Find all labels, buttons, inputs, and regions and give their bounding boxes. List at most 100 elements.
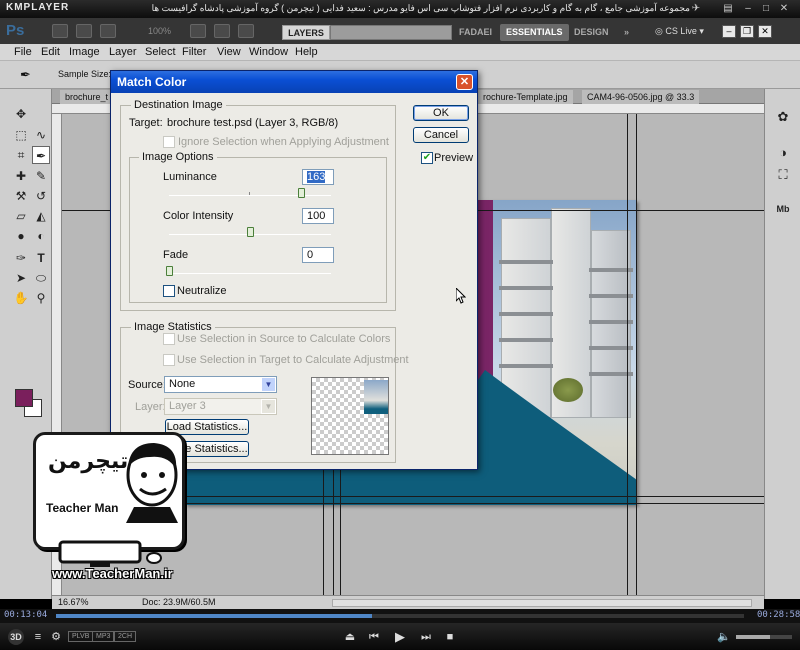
workspace-design[interactable]: DESIGN	[568, 24, 615, 41]
ps-restore-icon[interactable]: ❐	[740, 25, 754, 38]
speaker-icon[interactable]: 🔈	[716, 629, 732, 645]
menu-help[interactable]: Help	[295, 46, 318, 58]
eject-icon[interactable]: ⏏	[342, 629, 358, 645]
eyedropper-preset-icon[interactable]: ✒	[20, 67, 31, 83]
neutralize-checkbox[interactable]	[163, 285, 175, 297]
type-tool-icon[interactable]: T	[32, 249, 50, 267]
menu-filter[interactable]: Filter	[182, 46, 206, 58]
blur-tool-icon[interactable]: ●	[12, 227, 30, 245]
layers-panel-tab[interactable]: LAYERS	[282, 25, 330, 40]
layer-select[interactable]: Layer 3 ▼	[164, 398, 277, 415]
eraser-tool-icon[interactable]: ▱	[12, 207, 30, 225]
path-selection-icon[interactable]: ➤	[12, 269, 30, 287]
luminance-slider-thumb[interactable]	[298, 188, 306, 198]
menu-view[interactable]: View	[217, 46, 241, 58]
playlist-icon[interactable]: ≡	[30, 629, 46, 645]
stop-icon[interactable]: ■	[442, 629, 458, 645]
cancel-button[interactable]: Cancel	[413, 127, 469, 143]
settings-gear-icon[interactable]: ⚙	[48, 629, 64, 645]
launch-mini-bridge-icon[interactable]	[76, 24, 92, 38]
fade-slider-thumb[interactable]	[166, 266, 173, 276]
mini-bridge-panel-icon[interactable]: Mb	[773, 199, 793, 219]
paint-bucket-icon[interactable]: ◭	[32, 207, 50, 225]
play-icon[interactable]: ▶	[392, 629, 408, 645]
clone-stamp-icon[interactable]: ⚒	[12, 187, 30, 205]
ps-minimize-icon[interactable]: –	[722, 25, 736, 38]
menu-icon[interactable]: ▤	[722, 3, 734, 15]
cs-live-menu[interactable]: ◎ CS Live ▾	[655, 26, 704, 37]
healing-brush-icon[interactable]: ✚	[12, 167, 30, 185]
menu-image[interactable]: Image	[69, 46, 100, 58]
hand-tool-icon[interactable]: ✋	[12, 289, 30, 307]
zoom-level-box[interactable]: 100%	[148, 26, 171, 36]
luminance-value: 163	[307, 171, 326, 183]
fade-slider-track[interactable]	[169, 273, 331, 274]
workspace-more-icon[interactable]: »	[618, 24, 635, 41]
foreground-color-swatch[interactable]	[15, 389, 33, 407]
hand-tool-icon[interactable]	[190, 24, 206, 38]
menu-edit[interactable]: Edit	[41, 46, 60, 58]
menu-layer[interactable]: Layer	[109, 46, 137, 58]
ok-button[interactable]: OK	[413, 105, 469, 121]
previous-icon[interactable]: ⏮	[366, 629, 382, 645]
guide-line[interactable]	[627, 114, 628, 595]
workspace-fadaei[interactable]: FADAEI	[453, 24, 498, 41]
maximize-icon[interactable]: □	[760, 3, 772, 15]
source-select[interactable]: None ▼	[164, 376, 277, 393]
arrange-documents-icon[interactable]	[238, 24, 254, 38]
minimize-icon[interactable]: –	[742, 3, 754, 15]
shape-tool-icon[interactable]: ⬭	[32, 269, 50, 287]
teacherman-url[interactable]: www.TeacherMan.ir	[52, 566, 173, 581]
workspace-essentials[interactable]: ESSENTIALS	[500, 24, 569, 41]
dialog-close-icon[interactable]: ✕	[456, 74, 473, 90]
color-intensity-label: Color Intensity	[163, 210, 234, 222]
color-intensity-slider-thumb[interactable]	[247, 227, 254, 237]
adjustments-panel-icon[interactable]: ◑	[773, 143, 793, 163]
menu-select[interactable]: Select	[145, 46, 176, 58]
move-tool-icon[interactable]: ✥	[12, 105, 30, 123]
volume-slider[interactable]	[736, 635, 792, 639]
seek-bar[interactable]	[56, 614, 744, 618]
kmplayer-window-title: مجموعه آموزشی جامع ، گام به گام و کاربرد…	[151, 3, 690, 13]
luminance-input[interactable]: 163	[302, 169, 334, 185]
3d-mode-button[interactable]: 3D	[8, 629, 24, 645]
rotate-view-icon[interactable]	[214, 24, 230, 38]
zoom-tool-icon[interactable]: ⚲	[32, 289, 50, 307]
match-color-dialog: Match Color ✕ Destination Image Target: …	[110, 70, 478, 470]
use-selection-source-checkbox[interactable]	[163, 333, 175, 345]
menu-file[interactable]: File	[14, 46, 32, 58]
zoom-status[interactable]: 16.67%	[58, 597, 89, 607]
doc-tab-brochure-test[interactable]: brochure_t	[60, 90, 114, 104]
doc-tab-brochure-template[interactable]: rochure-Template.jpg	[478, 90, 573, 104]
launch-bridge-icon[interactable]	[52, 24, 68, 38]
status-bar: 16.67% Doc: 23.9M/60.5M	[52, 595, 764, 609]
fade-input[interactable]: 0	[302, 247, 334, 263]
lasso-tool-icon[interactable]: ∿	[32, 126, 50, 144]
pen-tool-icon[interactable]: ✑	[12, 249, 30, 267]
luminance-slider-track[interactable]	[169, 195, 331, 196]
doc-tab-cam4[interactable]: CAM4-96-0506.jpg @ 33.3	[582, 90, 700, 104]
ps-close-icon[interactable]: ✕	[758, 25, 772, 38]
brush-tool-icon[interactable]: ✎	[32, 167, 50, 185]
marquee-tool-icon[interactable]: ⬚	[12, 126, 30, 144]
use-selection-target-checkbox[interactable]	[163, 354, 175, 366]
menu-window[interactable]: Window	[249, 46, 288, 58]
history-brush-icon[interactable]: ↺	[32, 187, 50, 205]
masks-panel-icon[interactable]: ⛶	[773, 165, 793, 185]
crop-tool-icon[interactable]: ⌗	[12, 146, 30, 164]
volume-level	[736, 635, 770, 639]
close-icon[interactable]: ✕	[778, 3, 790, 15]
dialog-title-bar[interactable]: Match Color ✕	[111, 71, 477, 93]
horizontal-scrollbar[interactable]	[332, 599, 752, 607]
view-extras-icon[interactable]	[100, 24, 116, 38]
ignore-selection-checkbox[interactable]	[163, 136, 175, 148]
preview-checkbox[interactable]: ✔	[421, 152, 433, 164]
color-panel-icon[interactable]: ✿	[773, 107, 793, 127]
eyedropper-tool-icon[interactable]: ✒	[32, 146, 50, 164]
teacher-caricature-icon	[126, 443, 178, 523]
next-icon[interactable]: ⏭	[418, 629, 434, 645]
guide-line[interactable]	[636, 114, 637, 595]
color-intensity-input[interactable]: 100	[302, 208, 334, 224]
pin-icon[interactable]: ✈	[690, 3, 702, 15]
dodge-tool-icon[interactable]: ◐	[32, 227, 50, 245]
